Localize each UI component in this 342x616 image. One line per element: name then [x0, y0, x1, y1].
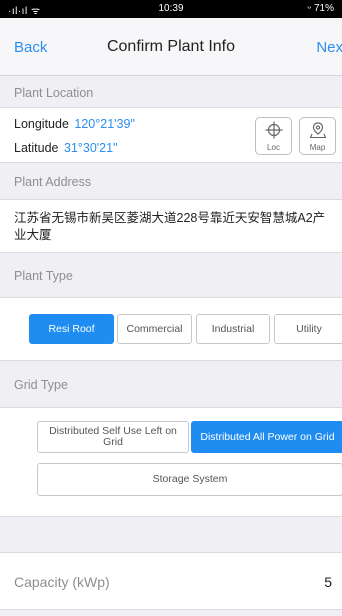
screen: ·ıl·ıl ᯤ 10:39 ᵕ 71% Back Confirm Plant … — [0, 0, 342, 616]
grid-type-self-use[interactable]: Distributed Self Use Left on Grid — [37, 421, 189, 453]
crosshair-icon — [256, 121, 291, 144]
battery-icon: ᵕ 71% — [307, 3, 334, 14]
plant-type-commercial[interactable]: Commercial — [117, 314, 192, 344]
map-button-label: Map — [309, 143, 326, 152]
grid-type-cell: Distributed Self Use Left on Grid Distri… — [0, 407, 342, 517]
loc-button-label: Loc — [267, 143, 280, 152]
next-button[interactable]: Nex — [316, 39, 342, 56]
status-bar: ·ıl·ıl ᯤ 10:39 ᵕ 71% — [0, 0, 342, 18]
capacity-label: Capacity (kWp) — [14, 574, 110, 590]
capacity-value: 5 — [324, 574, 332, 590]
plant-type-utility[interactable]: Utility — [274, 314, 342, 344]
plant-type-industrial[interactable]: Industrial — [196, 314, 270, 344]
grid-type-storage[interactable]: Storage System — [37, 463, 342, 496]
longitude-value: 120°21'39" — [74, 117, 135, 131]
map-pin-icon — [300, 121, 335, 144]
plant-type-header: Plant Type — [0, 253, 342, 297]
loc-button[interactable]: Loc — [255, 117, 292, 155]
plant-address-cell[interactable]: 江苏省无锡市新吴区菱湖大道228号靠近天安智慧城A2产业大厦 — [0, 199, 342, 253]
address-text: 江苏省无锡市新吴区菱湖大道228号靠近天安智慧城A2产业大厦 — [14, 211, 326, 242]
plant-address-header: Plant Address — [0, 163, 342, 199]
plant-type-resi-roof[interactable]: Resi Roof — [29, 314, 114, 344]
longitude-row: Longitude 120°21'39" — [14, 117, 135, 131]
longitude-label: Longitude — [14, 117, 69, 131]
grid-type-header: Grid Type — [0, 361, 342, 407]
latitude-value: 31°30'21" — [63, 141, 118, 155]
latitude-row: Latitude 31°30'21" — [14, 141, 118, 155]
page-title: Confirm Plant Info — [106, 38, 236, 55]
map-button[interactable]: Map — [299, 117, 336, 155]
status-time: 10:39 — [158, 3, 184, 14]
plant-type-cell: Resi Roof Commercial Industrial Utility — [0, 297, 342, 361]
nav-bar: Back Confirm Plant Info Nex — [0, 18, 342, 76]
plant-location-cell: Longitude 120°21'39" Latitude 31°30'21" … — [0, 107, 342, 163]
grid-type-all-power[interactable]: Distributed All Power on Grid — [191, 421, 342, 453]
capacity-cell[interactable]: Capacity (kWp) 5 — [0, 552, 342, 610]
plant-location-header: Plant Location — [0, 77, 342, 107]
latitude-label: Latitude — [14, 141, 59, 155]
